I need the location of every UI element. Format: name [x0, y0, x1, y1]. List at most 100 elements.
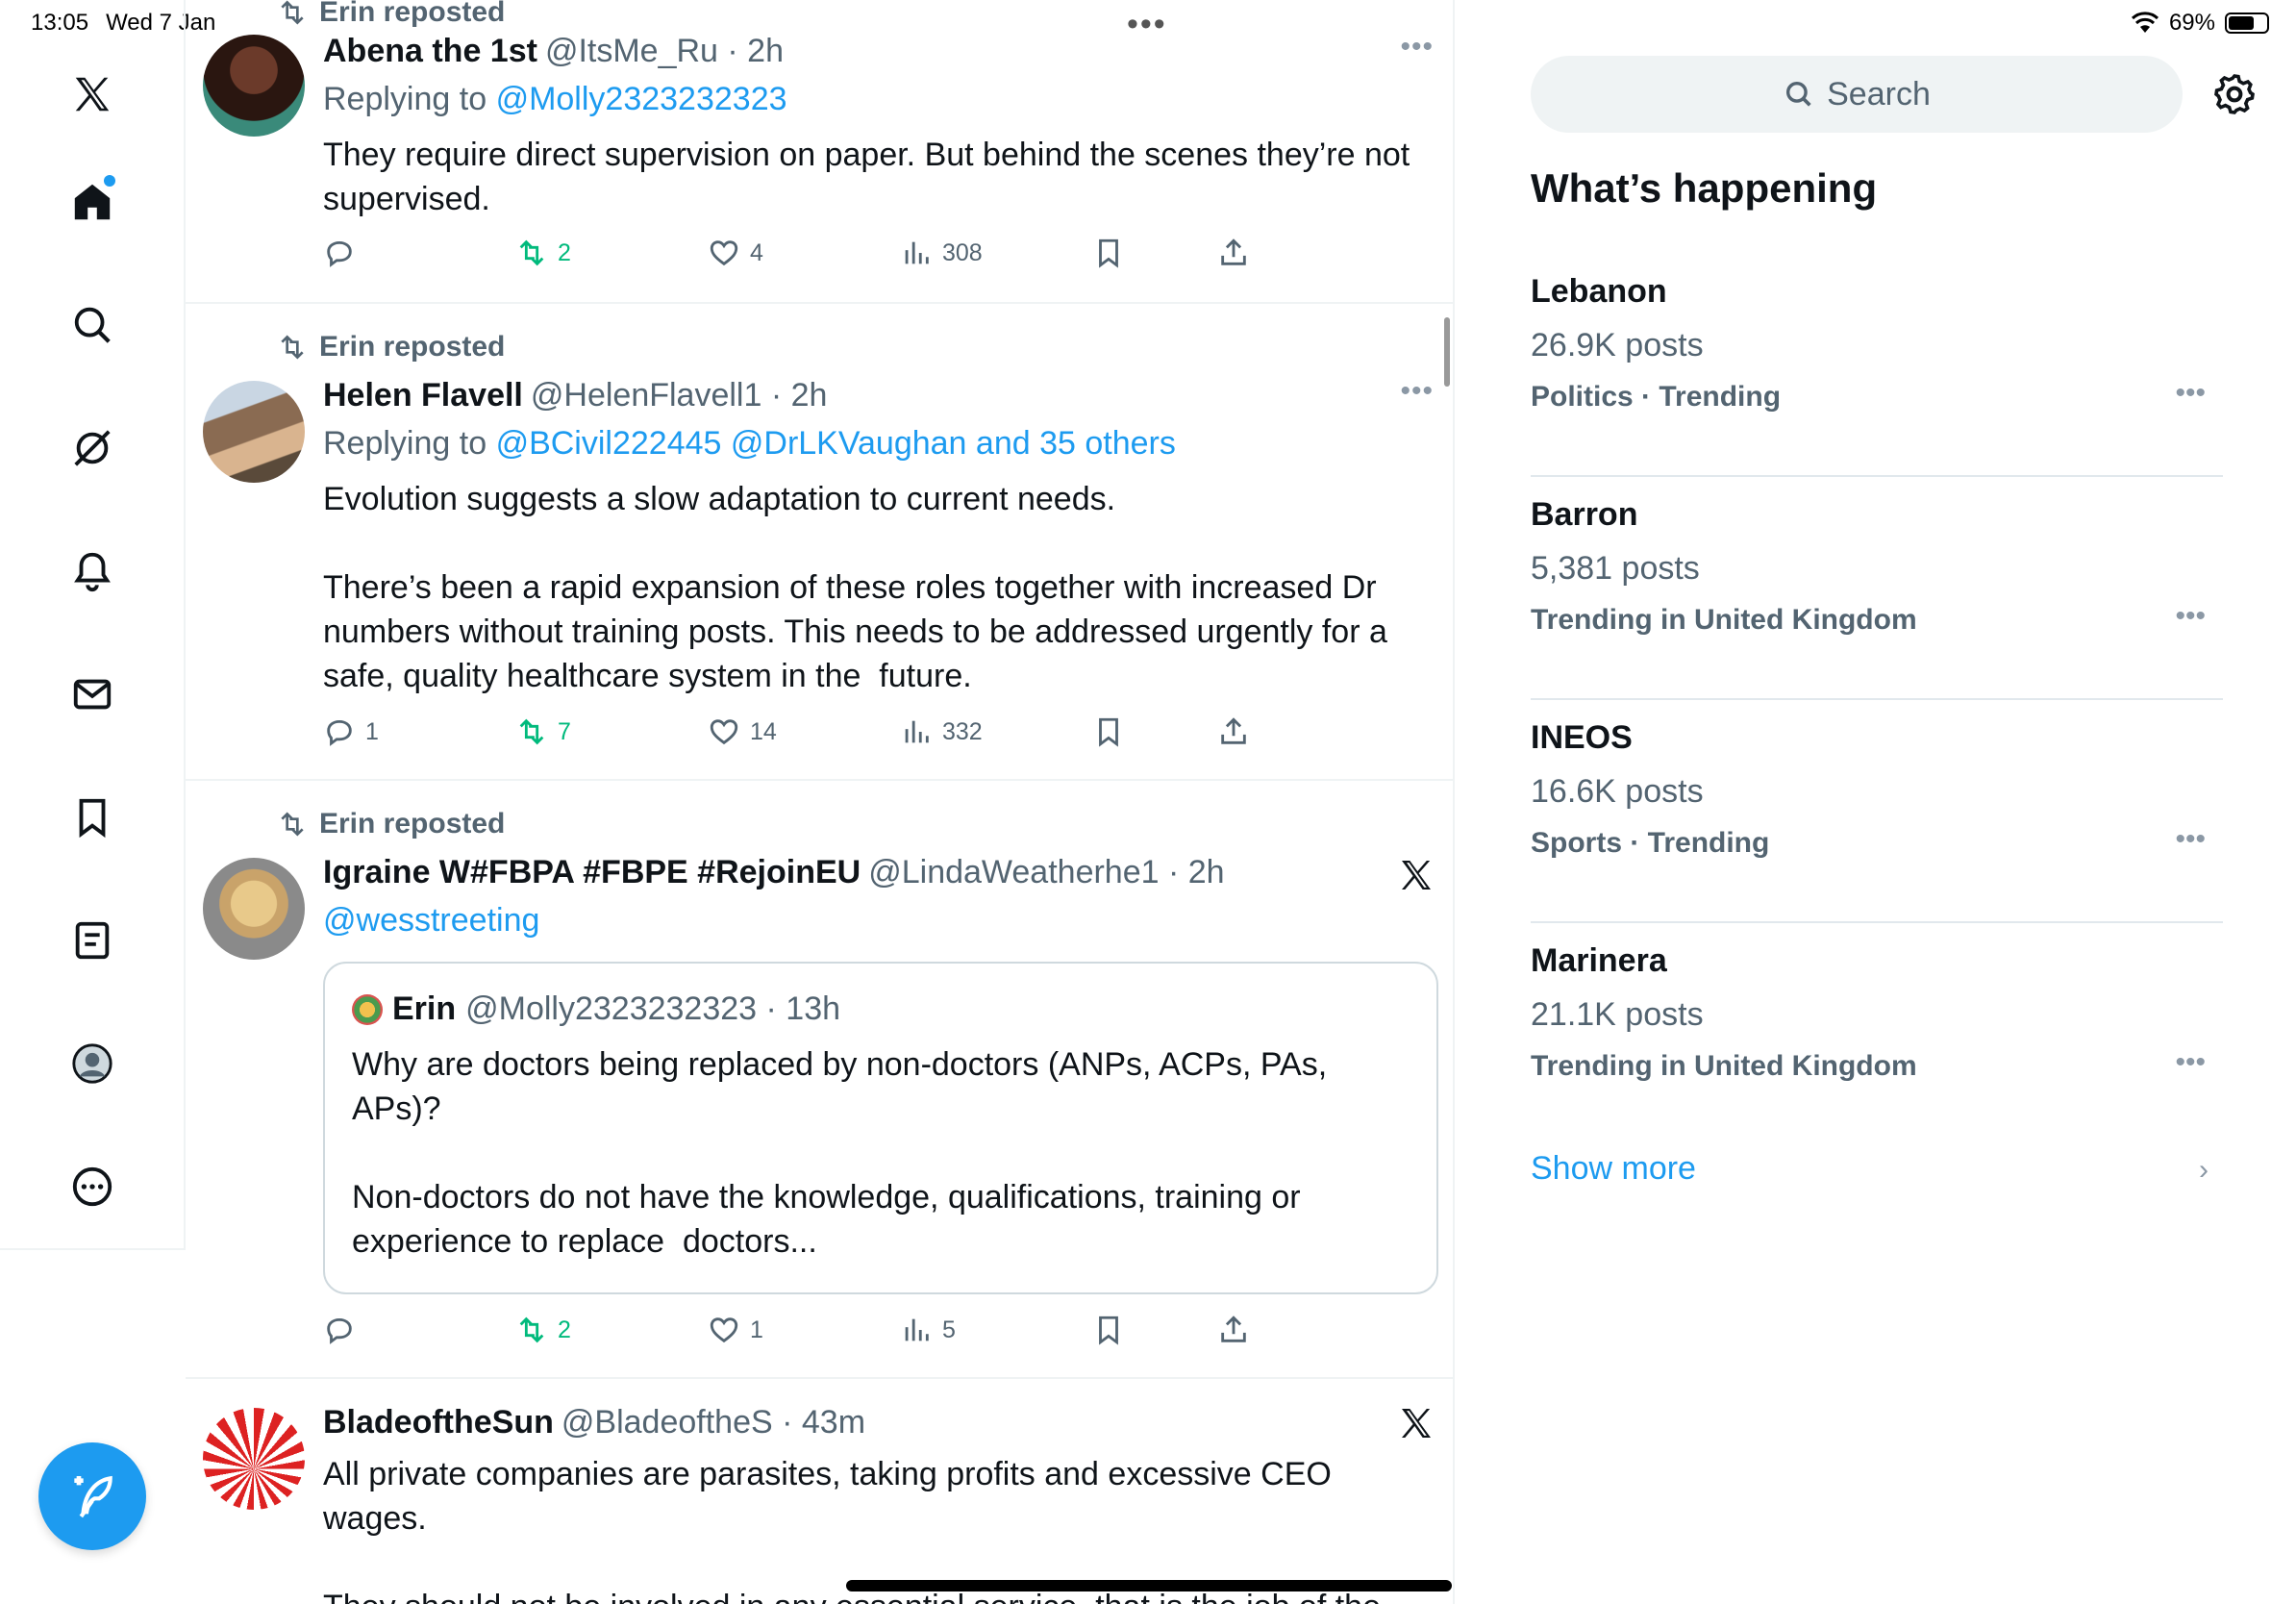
x-grok-icon[interactable]: [1397, 856, 1435, 894]
repost-icon: [281, 0, 304, 25]
repost-label: Erin reposted: [319, 808, 506, 840]
trend-count: 26.9K posts: [1531, 327, 1704, 363]
author-handle[interactable]: @HelenFlavell1 · 2h: [531, 377, 828, 414]
home-indicator[interactable]: [846, 1580, 1452, 1591]
repost-indicator: Erin reposted: [277, 0, 505, 29]
like-button[interactable]: 14: [708, 715, 777, 748]
share-icon: [1221, 717, 1246, 744]
avatar[interactable]: [203, 35, 305, 137]
trend-item[interactable]: Barron 5,381 posts Trending in United Ki…: [1531, 477, 2223, 700]
bookmark-icon: [1099, 717, 1118, 747]
more-options-icon[interactable]: •••: [2175, 600, 2206, 633]
search-input[interactable]: Search: [1531, 56, 2183, 133]
heart-icon: [710, 719, 738, 745]
more-options-icon[interactable]: •••: [1400, 375, 1434, 408]
search-placeholder: Search: [1827, 75, 1931, 113]
like-button[interactable]: 4: [708, 237, 763, 269]
more-options-icon[interactable]: •••: [2175, 823, 2206, 856]
tweet-header: Helen Flavell @HelenFlavell1 · 2h: [323, 377, 827, 414]
more-icon[interactable]: [58, 1152, 127, 1221]
notification-dot: [104, 175, 115, 187]
sidebar-nav: [0, 0, 186, 1250]
quote-author-name: Erin: [392, 990, 457, 1027]
gear-icon[interactable]: [2211, 71, 2258, 117]
reply-mention[interactable]: @BCivil222445 @DrLKVaughan and 35 others: [496, 425, 1176, 462]
trend-category: Trending in United Kingdom: [1531, 604, 1917, 636]
reply-mention[interactable]: @Molly2323232323: [496, 81, 787, 117]
repost-button[interactable]: 7: [515, 715, 571, 748]
views-button[interactable]: 308: [900, 237, 983, 269]
trend-item[interactable]: Lebanon 26.9K posts Politics · Trending …: [1531, 254, 2223, 477]
section-title: What’s happening: [1531, 165, 1878, 211]
tweet-card[interactable]: Erin reposted Igraine W#FBPA #FBPE #Rejo…: [186, 781, 1453, 1379]
trend-item[interactable]: INEOS 16.6K posts Sports · Trending •••: [1531, 700, 2223, 923]
grok-icon[interactable]: [58, 414, 127, 483]
home-icon[interactable]: [58, 167, 127, 237]
share-button[interactable]: [1217, 237, 1250, 269]
compose-icon: [74, 1475, 112, 1518]
tweet-card[interactable]: Erin reposted Abena the 1st @ItsMe_Ru · 2…: [186, 0, 1453, 304]
reply-button[interactable]: 1: [323, 715, 379, 748]
reply-context: Replying to @BCivil222445 @DrLKVaughan a…: [323, 425, 1176, 463]
share-button[interactable]: [1217, 1314, 1250, 1346]
trend-category: Politics · Trending: [1531, 381, 1782, 413]
quote-avatar-icon: [352, 993, 383, 1025]
bookmark-button[interactable]: [1092, 715, 1125, 748]
repost-button[interactable]: 2: [515, 1314, 571, 1346]
notifications-icon[interactable]: [58, 537, 127, 606]
tweet-actions: 2 4 308: [323, 237, 1285, 275]
more-options-icon[interactable]: •••: [2175, 377, 2206, 410]
like-button[interactable]: 1: [708, 1314, 763, 1346]
view-count: 5: [942, 1316, 956, 1343]
messages-icon[interactable]: [58, 660, 127, 729]
author-name[interactable]: Igraine W#FBPA #FBPE #RejoinEU: [323, 854, 861, 890]
trend-count: 16.6K posts: [1531, 773, 1704, 810]
author-name[interactable]: Helen Flavell: [323, 377, 523, 414]
show-more-link[interactable]: Show more: [1531, 1150, 1696, 1188]
right-sidebar: Search What’s happening Lebanon 26.9K po…: [1457, 0, 2296, 1604]
x-grok-icon[interactable]: [1397, 1404, 1435, 1442]
chevron-right-icon[interactable]: ›: [2199, 1154, 2209, 1187]
reply-context: Replying to @Molly2323232323: [323, 81, 787, 118]
avatar[interactable]: [203, 381, 305, 483]
more-options-icon[interactable]: •••: [2175, 1046, 2206, 1079]
author-handle[interactable]: @LindaWeatherhe1 · 2h: [868, 854, 1224, 890]
bookmark-button[interactable]: [1092, 1314, 1125, 1346]
reply-prefix: Replying to: [323, 81, 487, 117]
repost-button[interactable]: 2: [515, 237, 571, 269]
author-handle[interactable]: @ItsMe_Ru · 2h: [545, 33, 784, 69]
trend-count: 5,381 posts: [1531, 550, 1700, 587]
trend-name: Barron: [1531, 496, 1638, 533]
tweet-card[interactable]: Erin reposted Helen Flavell @HelenFlavell…: [186, 304, 1453, 781]
avatar[interactable]: [203, 1408, 305, 1510]
compose-button[interactable]: [38, 1442, 146, 1550]
quote-tweet[interactable]: Erin @Molly2323232323 · 13h Why are doct…: [323, 962, 1438, 1294]
tweet-actions: 2 1 5: [323, 1314, 1285, 1352]
author-handle[interactable]: @BladeoftheS · 43m: [562, 1404, 865, 1441]
author-name[interactable]: Abena the 1st: [323, 33, 537, 69]
reply-button[interactable]: [323, 237, 365, 269]
x-logo-icon[interactable]: [58, 60, 127, 129]
lists-icon[interactable]: [58, 906, 127, 975]
search-icon[interactable]: [58, 290, 127, 360]
author-name[interactable]: BladeoftheSun: [323, 1404, 554, 1441]
bookmarks-icon[interactable]: [58, 783, 127, 852]
like-count: 4: [750, 238, 763, 266]
share-button[interactable]: [1217, 715, 1250, 748]
more-options-icon[interactable]: •••: [1400, 31, 1434, 63]
views-button[interactable]: 5: [900, 1314, 956, 1346]
tweet-card[interactable]: BladeoftheSun @BladeoftheS · 43m All priv…: [186, 1379, 1453, 1604]
quote-author-handle: @Molly2323232323 · 13h: [465, 990, 841, 1027]
bookmark-button[interactable]: [1092, 237, 1125, 269]
profile-icon[interactable]: [58, 1029, 127, 1098]
timeline: Erin reposted Abena the 1st @ItsMe_Ru · 2…: [186, 0, 1455, 1604]
heart-icon: [710, 1317, 738, 1343]
repost-icon: [281, 335, 304, 360]
trend-item[interactable]: Marinera 21.1K posts Trending in United …: [1531, 923, 2223, 1146]
tweet-header: Abena the 1st @ItsMe_Ru · 2h: [323, 33, 784, 70]
reply-button[interactable]: [323, 1314, 365, 1346]
avatar[interactable]: [203, 858, 305, 960]
mention-link[interactable]: @wesstreeting: [323, 902, 539, 939]
views-button[interactable]: 332: [900, 715, 983, 748]
scrollbar[interactable]: [1444, 317, 1450, 387]
